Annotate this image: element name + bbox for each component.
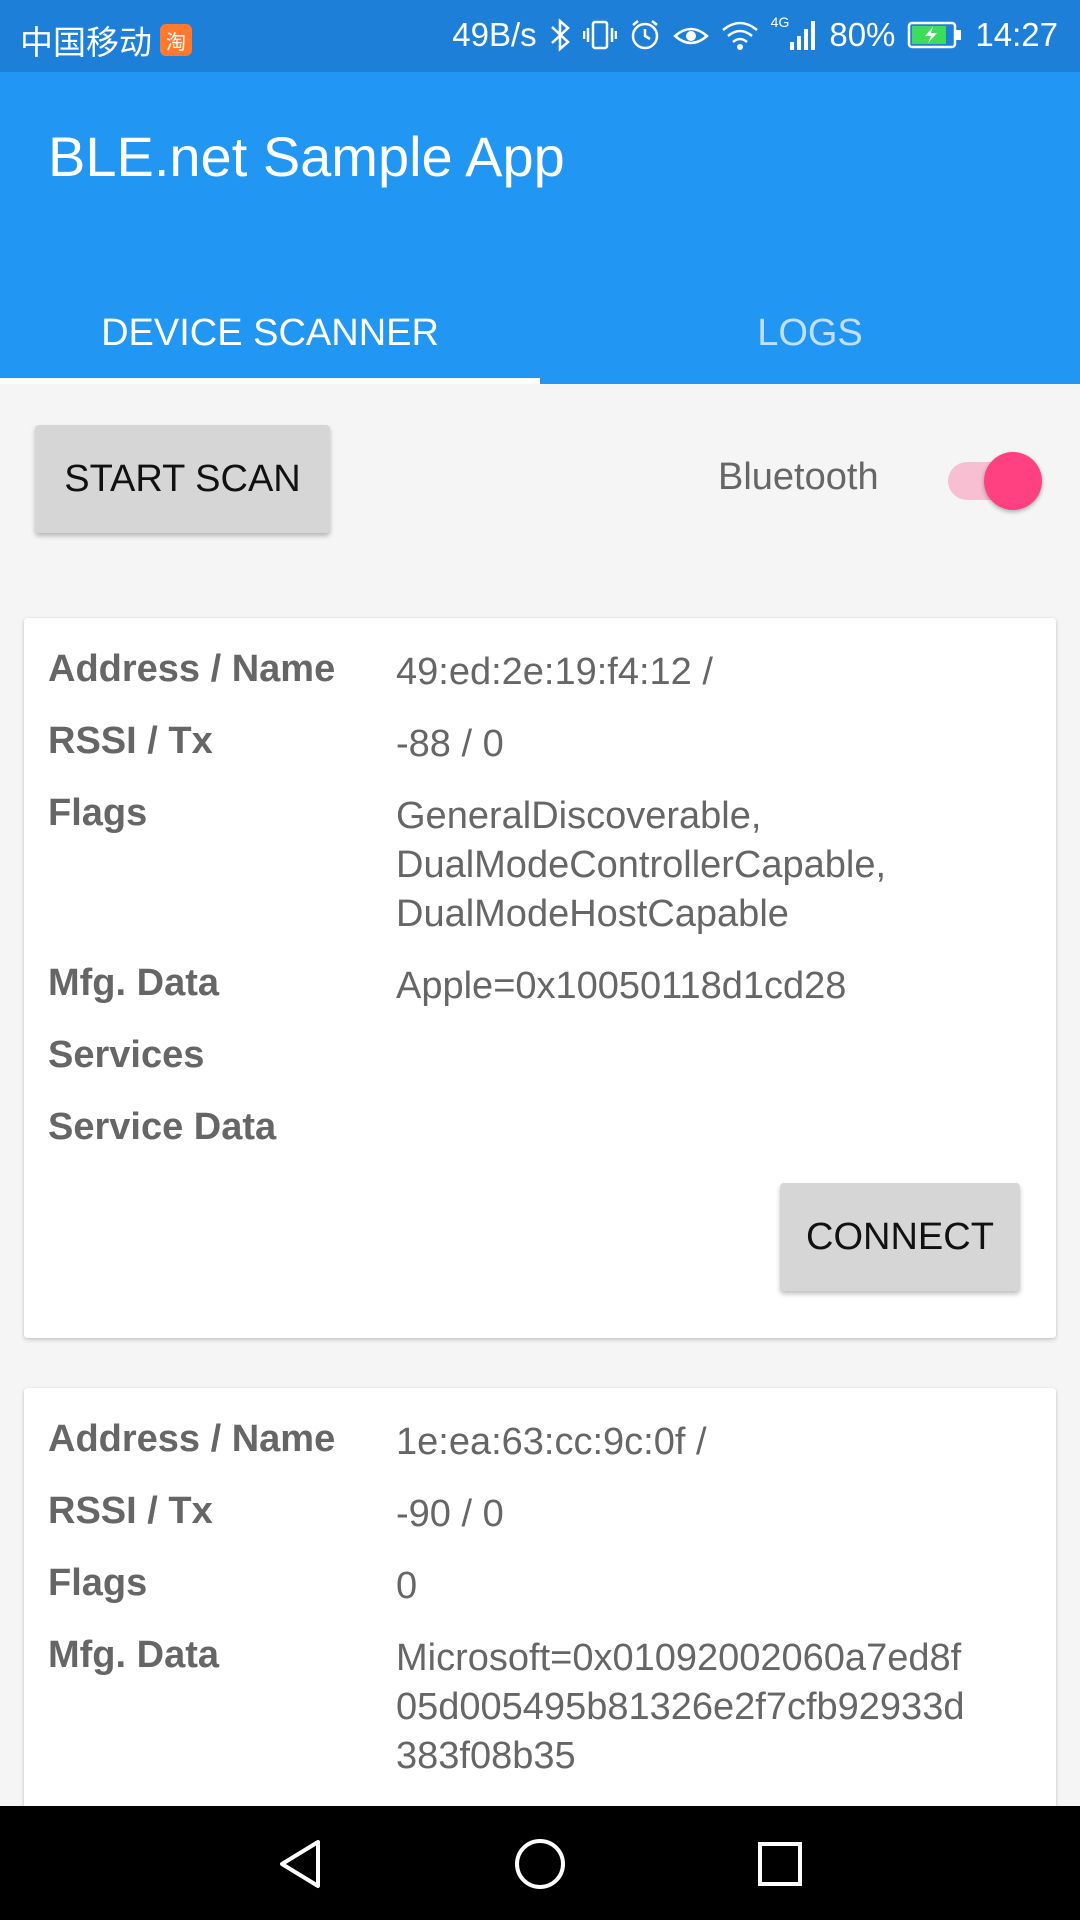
rssi-label: RSSI / Tx bbox=[48, 720, 213, 762]
network-type-label: 4G bbox=[770, 14, 790, 30]
status-bar-right: 49B/s 4G 80% 14:27 bbox=[452, 14, 1058, 54]
mfg-data-label: Mfg. Data bbox=[48, 1634, 219, 1676]
flags-line: GeneralDiscoverable, bbox=[396, 795, 762, 837]
app-bar: BLE.net Sample App DEVICE SCANNER LOGS bbox=[0, 72, 1080, 384]
start-scan-button[interactable]: START SCAN bbox=[35, 425, 330, 533]
status-bar: 中国移动 淘 49B/s 4G 80% 14:27 bbox=[0, 0, 1080, 72]
battery-percentage: 80% bbox=[829, 16, 896, 53]
app-title: BLE.net Sample App bbox=[48, 125, 565, 188]
signal-bars-icon bbox=[790, 21, 816, 50]
mfg-data-line: 383f08b35 bbox=[396, 1735, 576, 1777]
connect-button[interactable]: CONNECT bbox=[780, 1183, 1020, 1291]
toggle-thumb bbox=[984, 452, 1042, 510]
battery-charging-icon bbox=[908, 21, 962, 49]
mfg-data-value: Apple=0x10050118d1cd28 bbox=[396, 965, 847, 1007]
cellular-signal: 4G bbox=[771, 14, 818, 52]
alarm-icon bbox=[631, 20, 658, 50]
flags-value: GeneralDiscoverable, DualModeControllerC… bbox=[396, 792, 1076, 939]
flags-line: DualModeControllerCapable, bbox=[396, 844, 887, 886]
address-value: 49:ed:2e:19:f4:12 / bbox=[396, 651, 713, 693]
address-label: Address / Name bbox=[48, 648, 336, 690]
device-card: Address / Name 1e:ea:63:cc:9c:0f / RSSI … bbox=[24, 1388, 1056, 1848]
service-data-label: Service Data bbox=[48, 1106, 277, 1148]
flags-line: DualModeHostCapable bbox=[396, 893, 789, 935]
wifi-icon bbox=[721, 21, 758, 50]
services-label: Services bbox=[48, 1034, 205, 1076]
flags-label: Flags bbox=[48, 792, 148, 834]
bluetooth-icon bbox=[550, 18, 570, 52]
back-icon[interactable] bbox=[272, 1836, 328, 1892]
recents-icon[interactable] bbox=[752, 1836, 808, 1892]
flags-label: Flags bbox=[48, 1562, 148, 1604]
device-card: Address / Name 49:ed:2e:19:f4:12 / RSSI … bbox=[24, 618, 1056, 1338]
taobao-notification-icon: 淘 bbox=[160, 24, 192, 56]
eye-comfort-icon bbox=[672, 27, 709, 45]
home-icon[interactable] bbox=[512, 1836, 568, 1892]
address-label: Address / Name bbox=[48, 1418, 336, 1460]
flags-value: 0 bbox=[396, 1565, 418, 1607]
address-value: 1e:ea:63:cc:9c:0f / bbox=[396, 1421, 707, 1463]
rssi-value: -90 / 0 bbox=[396, 1493, 504, 1535]
mfg-data-value: Microsoft=0x01092002060a7ed8f 05d005495b… bbox=[396, 1634, 1076, 1781]
tab-indicator bbox=[0, 378, 540, 384]
mfg-data-label: Mfg. Data bbox=[48, 962, 219, 1004]
status-bar-left: 中国移动 淘 bbox=[20, 16, 192, 64]
mfg-data-line: 05d005495b81326e2f7cfb92933d bbox=[396, 1686, 965, 1728]
rssi-value: -88 / 0 bbox=[396, 723, 504, 765]
navigation-bar bbox=[0, 1806, 1080, 1920]
bluetooth-toggle[interactable] bbox=[948, 452, 1044, 510]
vibrate-icon bbox=[582, 20, 617, 50]
clock: 14:27 bbox=[975, 16, 1058, 53]
tab-logs[interactable]: LOGS bbox=[540, 282, 1080, 384]
mfg-data-line: Microsoft=0x01092002060a7ed8f bbox=[396, 1637, 962, 1679]
tab-device-scanner[interactable]: DEVICE SCANNER bbox=[0, 282, 540, 384]
network-speed: 49B/s bbox=[452, 16, 537, 53]
carrier-name: 中国移动 bbox=[20, 24, 152, 61]
bluetooth-label: Bluetooth bbox=[718, 456, 879, 498]
rssi-label: RSSI / Tx bbox=[48, 1490, 213, 1532]
